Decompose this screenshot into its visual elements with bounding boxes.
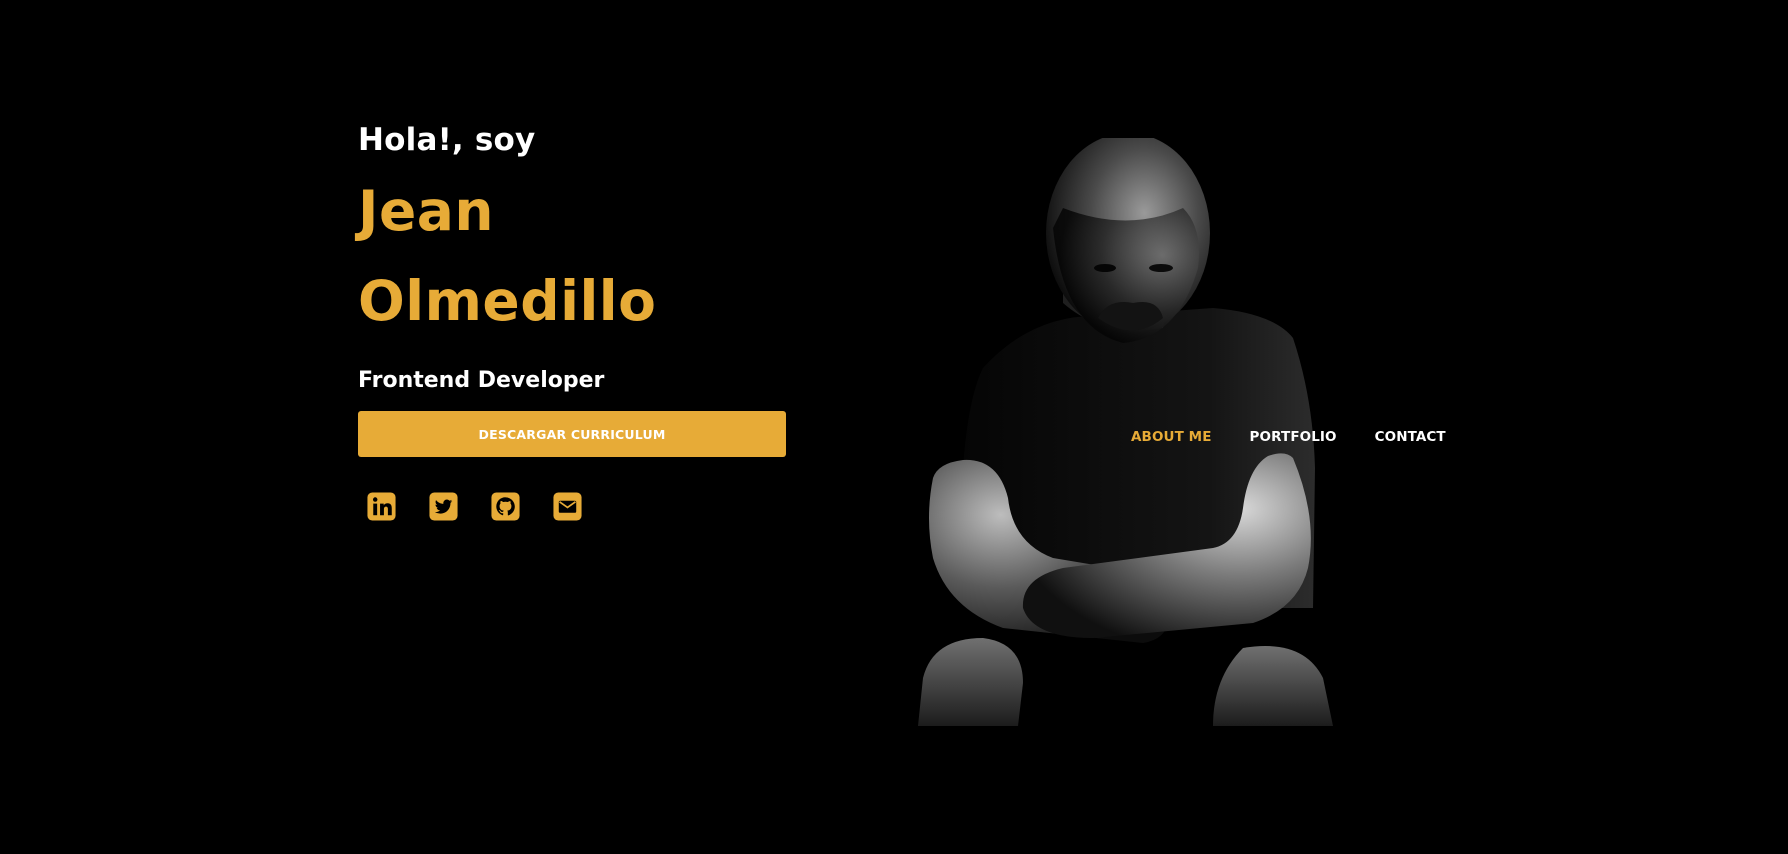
nav-about-me[interactable]: ABOUT ME: [1131, 429, 1212, 445]
greeting-text: Hola!, soy: [358, 122, 536, 158]
linkedin-icon[interactable]: [366, 491, 397, 522]
social-links: [358, 491, 788, 522]
last-name: Olmedillo: [358, 269, 657, 333]
download-cv-button[interactable]: DESCARGAR CURRICULUM: [358, 411, 786, 457]
email-icon[interactable]: [552, 491, 583, 522]
role-title: Frontend Developer: [358, 368, 605, 393]
nav-contact[interactable]: CONTACT: [1375, 429, 1446, 445]
page: Hola!, soy Jean Olmedillo Frontend Devel…: [0, 0, 1788, 854]
main-nav: ABOUT ME PORTFOLIO CONTACT: [1131, 429, 1446, 445]
twitter-icon[interactable]: [428, 491, 459, 522]
first-name: Jean: [358, 179, 495, 243]
hero-intro: Hola!, soy Jean Olmedillo Frontend Devel…: [358, 118, 788, 522]
nav-portfolio[interactable]: PORTFOLIO: [1250, 429, 1337, 445]
github-icon[interactable]: [490, 491, 521, 522]
